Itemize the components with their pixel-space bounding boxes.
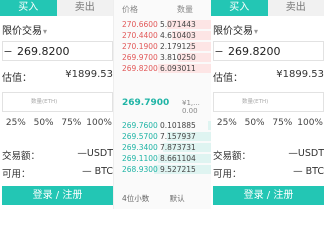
tab-buy[interactable]: 买入 bbox=[0, 0, 57, 16]
last-price: 269.7900 ¥1,... 0.00 bbox=[122, 98, 212, 115]
ask-row[interactable]: 269.9700 3.810250 bbox=[122, 52, 212, 63]
estimate-label: 估值： bbox=[2, 73, 32, 84]
percent-100[interactable]: 100% bbox=[296, 118, 324, 128]
estimate-row: 估值： ¥1899.53 bbox=[2, 69, 113, 84]
bid-row[interactable]: 268.9300 9.527215 bbox=[122, 164, 212, 175]
order-book: 价格 数量 270.6600 5.071443 270.4400 4.610403 … bbox=[113, 0, 213, 209]
decimals-select[interactable]: 4位小数 bbox=[122, 194, 149, 203]
available-value: — BTC bbox=[293, 166, 324, 177]
trade-amount-row: 交易额： —USDT bbox=[2, 148, 113, 162]
ask-row[interactable]: 270.1900 2.179125 bbox=[122, 41, 212, 52]
bids-list: 269.7600 0.101885 269.5700 7.157937 269.34… bbox=[122, 120, 212, 175]
last-price-sub: ¥1,... 0.00 bbox=[182, 99, 200, 115]
depth-default-select[interactable]: 默认 bbox=[170, 194, 185, 203]
asks-list: 270.6600 5.071443 270.4400 4.610403 270.19… bbox=[122, 19, 212, 74]
estimate-row: 估值： ¥1899.53 bbox=[213, 69, 324, 84]
order-book-footer: 4位小数 默认 bbox=[122, 193, 212, 204]
trade-amount-row: 交易额： —USDT bbox=[213, 148, 324, 162]
quantity-placeholder: 数量(ETH) bbox=[242, 99, 269, 105]
ask-row[interactable]: 270.4400 4.610403 bbox=[122, 30, 212, 41]
ask-row[interactable]: 269.8200 6.093011 bbox=[122, 63, 212, 74]
available-row: 可用： — BTC bbox=[2, 166, 113, 180]
tab-sell[interactable]: 卖出 bbox=[267, 0, 324, 16]
price-input[interactable]: − 269.8200 bbox=[213, 41, 324, 61]
trade-amount-value: —USDT bbox=[77, 148, 113, 159]
order-type-select[interactable]: 限价交易▾ bbox=[213, 22, 258, 37]
order-type-select[interactable]: 限价交易▾ bbox=[2, 22, 47, 37]
available-label: 可用： bbox=[213, 169, 242, 180]
estimate-value: ¥1899.53 bbox=[276, 69, 324, 80]
trade-amount-value: —USDT bbox=[288, 148, 324, 159]
order-type-label: 限价交易 bbox=[2, 26, 42, 37]
percent-50[interactable]: 50% bbox=[30, 118, 58, 128]
buy-panel-left: 买入 卖出 限价交易▾ − 269.8200 估值： ¥1899.53 数量(E… bbox=[0, 0, 113, 209]
percent-selector: 25% 50% 75% 100% bbox=[2, 118, 113, 128]
trade-amount-label: 交易额： bbox=[213, 151, 252, 162]
minus-icon[interactable]: − bbox=[214, 45, 224, 58]
trade-tabs: 买入 卖出 bbox=[0, 0, 113, 16]
bid-row[interactable]: 269.3400 7.873731 bbox=[122, 142, 212, 153]
percent-75[interactable]: 75% bbox=[269, 118, 297, 128]
price-value: 269.8200 bbox=[228, 44, 281, 58]
chevron-down-icon: ▾ bbox=[254, 27, 259, 36]
chevron-down-icon: ▾ bbox=[43, 27, 48, 36]
buy-panel-right: 买入 卖出 限价交易▾ − 269.8200 估值： ¥1899.53 数量(E… bbox=[211, 0, 324, 209]
estimate-label: 估值： bbox=[213, 73, 243, 84]
available-label: 可用： bbox=[2, 169, 31, 180]
order-type-label: 限价交易 bbox=[213, 26, 253, 37]
percent-50[interactable]: 50% bbox=[241, 118, 269, 128]
price-input[interactable]: − 269.8200 bbox=[2, 41, 113, 61]
ask-row[interactable]: 270.6600 5.071443 bbox=[122, 19, 212, 30]
percent-100[interactable]: 100% bbox=[85, 118, 113, 128]
bid-row[interactable]: 269.5700 7.157937 bbox=[122, 131, 212, 142]
login-register-button[interactable]: 登录 / 注册 bbox=[2, 186, 113, 205]
percent-75[interactable]: 75% bbox=[58, 118, 86, 128]
bid-row[interactable]: 269.1100 8.661104 bbox=[122, 153, 212, 164]
percent-25[interactable]: 25% bbox=[2, 118, 30, 128]
percent-selector: 25% 50% 75% 100% bbox=[213, 118, 324, 128]
minus-icon[interactable]: − bbox=[3, 45, 13, 58]
bid-row[interactable]: 269.7600 0.101885 bbox=[122, 120, 212, 131]
trade-amount-label: 交易额： bbox=[2, 151, 41, 162]
quantity-placeholder: 数量(ETH) bbox=[31, 99, 58, 105]
quantity-input[interactable]: 数量(ETH) bbox=[213, 92, 324, 112]
tab-sell[interactable]: 卖出 bbox=[56, 0, 113, 16]
tab-buy[interactable]: 买入 bbox=[211, 0, 268, 16]
available-row: 可用： — BTC bbox=[213, 166, 324, 180]
price-value: 269.8200 bbox=[17, 44, 70, 58]
login-register-button[interactable]: 登录 / 注册 bbox=[213, 186, 324, 205]
qty-header: 数量 bbox=[177, 5, 193, 14]
percent-25[interactable]: 25% bbox=[213, 118, 241, 128]
trade-tabs: 买入 卖出 bbox=[211, 0, 324, 16]
price-header: 价格 bbox=[122, 5, 138, 14]
estimate-value: ¥1899.53 bbox=[65, 69, 113, 80]
quantity-input[interactable]: 数量(ETH) bbox=[2, 92, 113, 112]
available-value: — BTC bbox=[82, 166, 113, 177]
